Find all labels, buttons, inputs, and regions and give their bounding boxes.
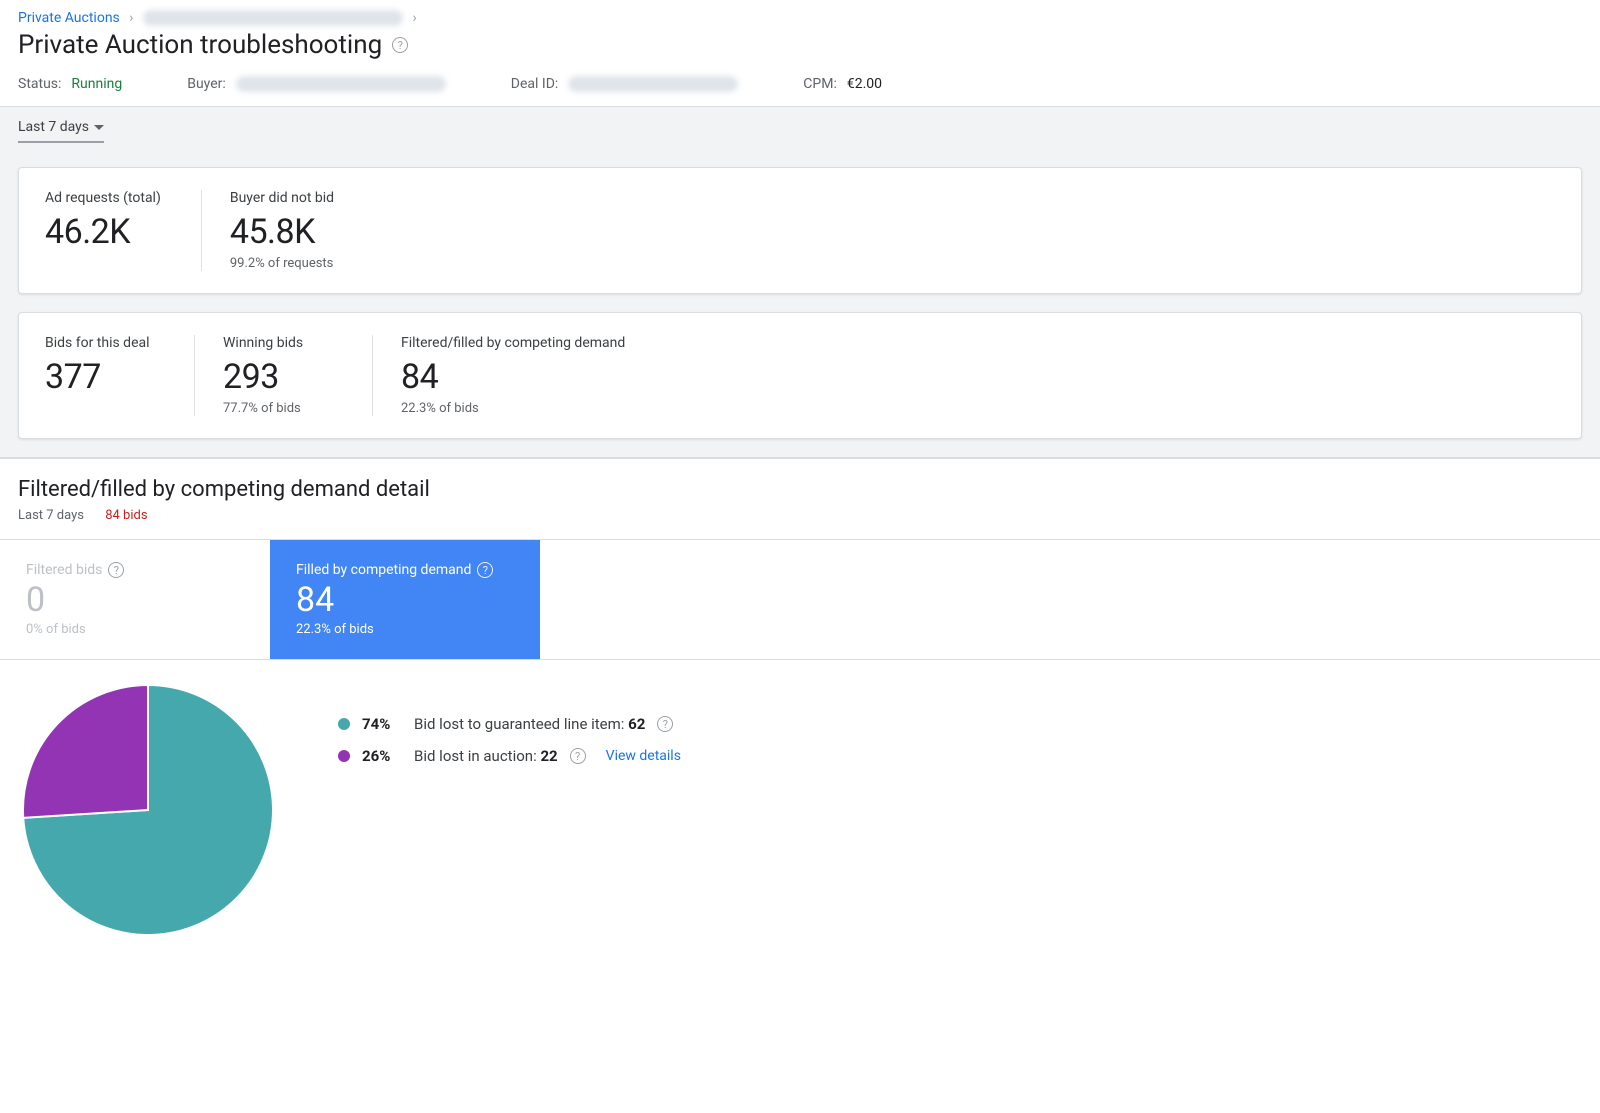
page-title-text: Private Auction troubleshooting [18,30,382,60]
page-title: Private Auction troubleshooting ? [18,30,408,60]
help-icon[interactable]: ? [570,748,586,764]
detail-header: Filtered/filled by competing demand deta… [0,458,1600,540]
legend-value: 22 [540,747,557,765]
tile-value: 84 [296,580,514,620]
metric-label: Filtered/filled by competing demand [401,335,625,351]
status-item-buyer: Buyer: [187,76,446,92]
metric-sub: 99.2% of requests [230,256,340,271]
status-value: Running [71,76,122,92]
breadcrumb: Private Auctions › › [0,0,1600,30]
help-icon[interactable]: ? [392,37,408,53]
pie-legend: 74% Bid lost to guaranteed line item: 62… [338,680,681,779]
detail-tiles: Filtered bids ? 0 0% of bids Filled by c… [0,540,1600,660]
metric-value: 84 [401,357,625,397]
chevron-right-icon: › [412,10,416,26]
legend-percent: 74% [362,715,402,733]
legend-text: Bid lost in auction: [414,747,540,765]
metric-sub: 77.7% of bids [223,401,332,416]
legend-item: 26% Bid lost in auction: 22 ? View detai… [338,747,681,765]
tile-label: Filled by competing demand [296,562,471,578]
date-range-label: Last 7 days [18,119,89,135]
metric-label: Buyer did not bid [230,190,340,206]
chevron-down-icon [94,125,104,130]
tile-filtered-bids[interactable]: Filtered bids ? 0 0% of bids [0,540,270,659]
card-bids: Bids for this deal 377 Winning bids 293 … [18,312,1582,439]
help-icon[interactable]: ? [657,716,673,732]
buyer-value-redacted [236,76,446,92]
metric-sub: 22.3% of bids [401,401,625,416]
tile-filled-by-competing[interactable]: Filled by competing demand ? 84 22.3% of… [270,540,540,659]
legend-swatch-icon [338,718,350,730]
metric-value: 45.8K [230,212,340,252]
legend-item: 74% Bid lost to guaranteed line item: 62… [338,715,681,733]
tile-sub: 0% of bids [26,622,244,637]
tile-value: 0 [26,580,244,620]
breadcrumb-item-redacted[interactable] [143,10,403,26]
view-details-link[interactable]: View details [606,748,681,764]
date-range-dropdown[interactable]: Last 7 days [18,119,104,143]
tile-sub: 22.3% of bids [296,622,514,637]
metric-label: Winning bids [223,335,332,351]
chevron-right-icon: › [129,10,133,26]
deal-value-redacted [568,76,738,92]
help-icon[interactable]: ? [477,562,493,578]
cpm-value: €2.00 [847,76,882,92]
status-row: Status: Running Buyer: Deal ID: CPM: €2.… [0,68,1600,107]
metric-value: 46.2K [45,212,161,252]
help-icon[interactable]: ? [108,562,124,578]
tile-label: Filtered bids [26,562,102,578]
metric-label: Ad requests (total) [45,190,161,206]
metric-label: Bids for this deal [45,335,154,351]
pie-chart [18,680,278,940]
detail-sub-count: 84 bids [105,508,147,523]
detail-sub-period: Last 7 days [18,508,84,523]
status-label: Status: [18,76,61,92]
status-item-status: Status: Running [18,76,122,92]
card-ad-requests: Ad requests (total) 46.2K Buyer did not … [18,167,1582,294]
detail-heading: Filtered/filled by competing demand deta… [18,477,1582,502]
legend-swatch-icon [338,750,350,762]
cpm-label: CPM: [803,76,837,92]
status-item-cpm: CPM: €2.00 [803,76,882,92]
status-item-deal: Deal ID: [511,76,739,92]
metric-value: 377 [45,357,154,397]
legend-text: Bid lost to guaranteed line item: [414,715,628,733]
buyer-label: Buyer: [187,76,226,92]
legend-value: 62 [628,715,645,733]
legend-percent: 26% [362,747,402,765]
breadcrumb-root[interactable]: Private Auctions [18,10,120,26]
metric-value: 293 [223,357,332,397]
deal-label: Deal ID: [511,76,559,92]
